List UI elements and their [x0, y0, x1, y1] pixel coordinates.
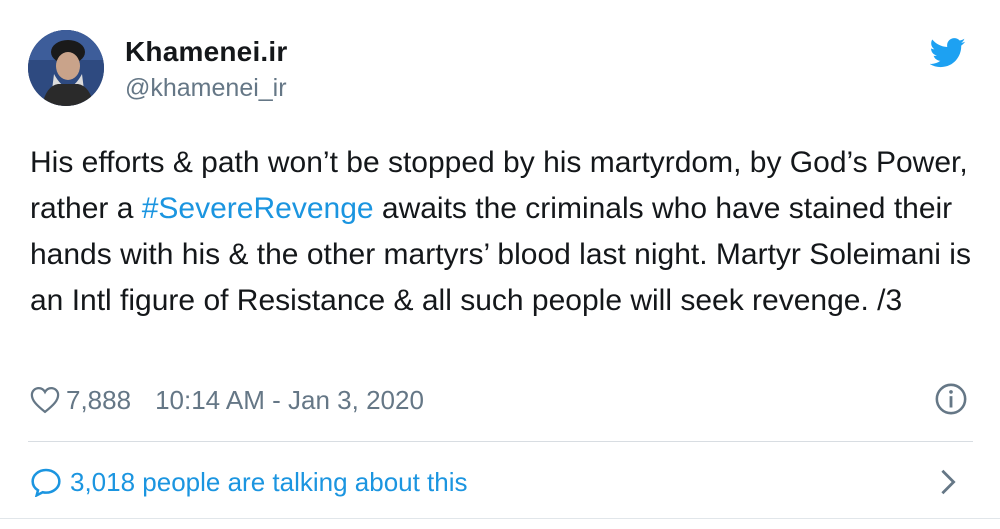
heart-icon [30, 386, 60, 414]
user-handle[interactable]: @khamenei_ir [125, 74, 287, 103]
info-icon[interactable] [934, 382, 968, 416]
hashtag-link[interactable]: #SevereRevenge [142, 192, 374, 225]
speech-bubble-icon [31, 468, 61, 497]
avatar[interactable] [28, 30, 104, 106]
like-count: 7,888 [66, 384, 132, 415]
tweet-text: His efforts & path won’t be stopped by h… [30, 140, 980, 324]
divider [28, 441, 973, 442]
avatar-portrait-image [28, 30, 104, 106]
twitter-bird-icon[interactable] [930, 38, 966, 68]
conversation-link[interactable]: 3,018 people are talking about this [30, 460, 970, 504]
divider [0, 518, 1000, 519]
display-name[interactable]: Khamenei.ir [125, 36, 287, 68]
chevron-right-icon[interactable] [938, 468, 958, 496]
tweet-meta-row: 7,888 10:14 AM - Jan 3, 2020 [30, 378, 970, 422]
tweet-card: Khamenei.ir @khamenei_ir His efforts & p… [0, 0, 1000, 529]
conversation-label: 3,018 people are talking about this [70, 466, 468, 497]
tweet-timestamp[interactable]: 10:14 AM - Jan 3, 2020 [155, 385, 424, 416]
like-button[interactable]: 7,888 [30, 385, 131, 416]
